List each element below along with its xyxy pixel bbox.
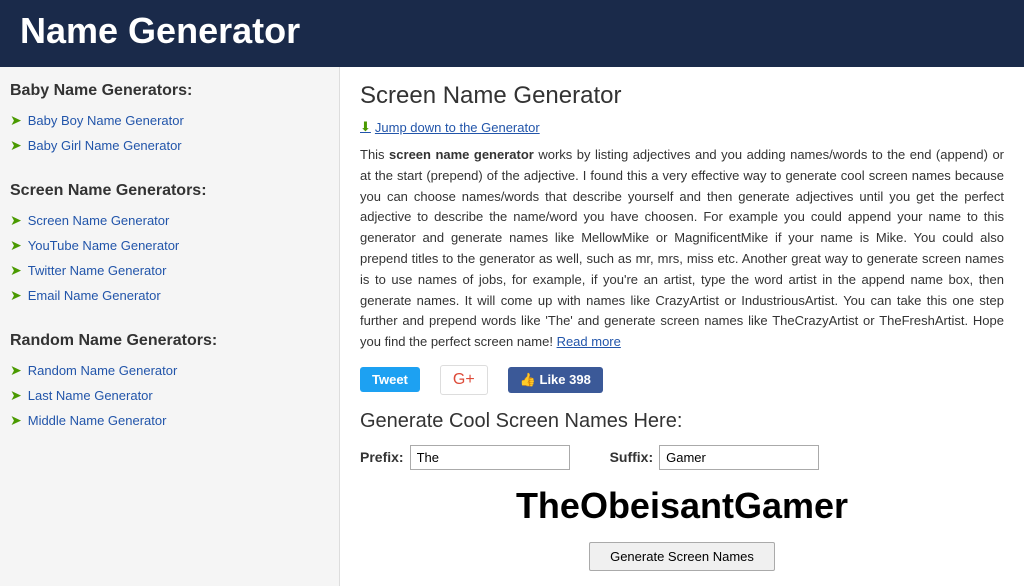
sidebar-item-label: YouTube Name Generator: [28, 238, 180, 253]
sidebar-item-label: Last Name Generator: [28, 388, 153, 403]
thumbs-up-icon: 👍: [520, 372, 536, 387]
sidebar-item-screen-name[interactable]: ➤ Screen Name Generator: [10, 208, 329, 233]
suffix-group: Suffix:: [610, 445, 820, 470]
main-layout: Baby Name Generators: ➤ Baby Boy Name Ge…: [0, 67, 1024, 586]
gplus-button[interactable]: G+: [440, 365, 488, 395]
jump-link-icon: ⬇: [360, 119, 371, 135]
sidebar-item-random[interactable]: ➤ Random Name Generator: [10, 358, 329, 383]
sidebar-item-label: Screen Name Generator: [28, 213, 170, 228]
arrow-icon: ➤: [10, 387, 22, 404]
suffix-input[interactable]: [659, 445, 819, 470]
sidebar-item-twitter[interactable]: ➤ Twitter Name Generator: [10, 258, 329, 283]
arrow-icon: ➤: [10, 287, 22, 304]
generator-title: Generate Cool Screen Names Here:: [360, 410, 1004, 433]
sidebar-item-label: Twitter Name Generator: [28, 263, 167, 278]
jump-link-label: Jump down to the Generator: [375, 120, 540, 135]
prefix-label: Prefix:: [360, 449, 404, 465]
sidebar-item-middle-name[interactable]: ➤ Middle Name Generator: [10, 408, 329, 433]
arrow-icon: ➤: [10, 262, 22, 279]
site-header: Name Generator: [0, 0, 1024, 67]
arrow-icon: ➤: [10, 137, 22, 154]
prefix-group: Prefix:: [360, 445, 570, 470]
arrow-icon: ➤: [10, 212, 22, 229]
main-content: Screen Name Generator ⬇ Jump down to the…: [340, 67, 1024, 586]
like-button[interactable]: 👍 Like 398: [508, 367, 603, 393]
sidebar-item-label: Baby Boy Name Generator: [28, 113, 184, 128]
sidebar-item-baby-boy[interactable]: ➤ Baby Boy Name Generator: [10, 108, 329, 133]
sidebar-item-email[interactable]: ➤ Email Name Generator: [10, 283, 329, 308]
sidebar-item-youtube[interactable]: ➤ YouTube Name Generator: [10, 233, 329, 258]
arrow-icon: ➤: [10, 237, 22, 254]
like-label: Like 398: [540, 372, 591, 387]
sidebar-item-label: Random Name Generator: [28, 363, 178, 378]
arrow-icon: ➤: [10, 412, 22, 429]
read-more-link[interactable]: Read more: [557, 334, 621, 349]
sidebar-section-screen: Screen Name Generators:: [10, 182, 329, 200]
site-title: Name Generator: [20, 10, 1004, 52]
arrow-icon: ➤: [10, 362, 22, 379]
tweet-button[interactable]: Tweet: [360, 367, 420, 392]
page-description: This screen name generator works by list…: [360, 145, 1004, 353]
generate-button[interactable]: Generate Screen Names: [589, 542, 775, 571]
prefix-input[interactable]: [410, 445, 570, 470]
prefix-suffix-row: Prefix: Suffix:: [360, 445, 1004, 470]
sidebar-section-random: Random Name Generators:: [10, 332, 329, 350]
sidebar-section-baby: Baby Name Generators:: [10, 82, 329, 100]
sidebar-item-baby-girl[interactable]: ➤ Baby Girl Name Generator: [10, 133, 329, 158]
sidebar-item-label: Middle Name Generator: [28, 413, 167, 428]
social-buttons: Tweet G+ 👍 Like 398: [360, 365, 1004, 395]
page-title: Screen Name Generator: [360, 82, 1004, 110]
sidebar-item-last-name[interactable]: ➤ Last Name Generator: [10, 383, 329, 408]
sidebar-item-label: Email Name Generator: [28, 288, 161, 303]
arrow-icon: ➤: [10, 112, 22, 129]
sidebar: Baby Name Generators: ➤ Baby Boy Name Ge…: [0, 67, 340, 586]
sidebar-item-label: Baby Girl Name Generator: [28, 138, 182, 153]
suffix-label: Suffix:: [610, 449, 654, 465]
generated-name: TheObeisantGamer: [360, 485, 1004, 527]
jump-link[interactable]: ⬇ Jump down to the Generator: [360, 119, 540, 135]
